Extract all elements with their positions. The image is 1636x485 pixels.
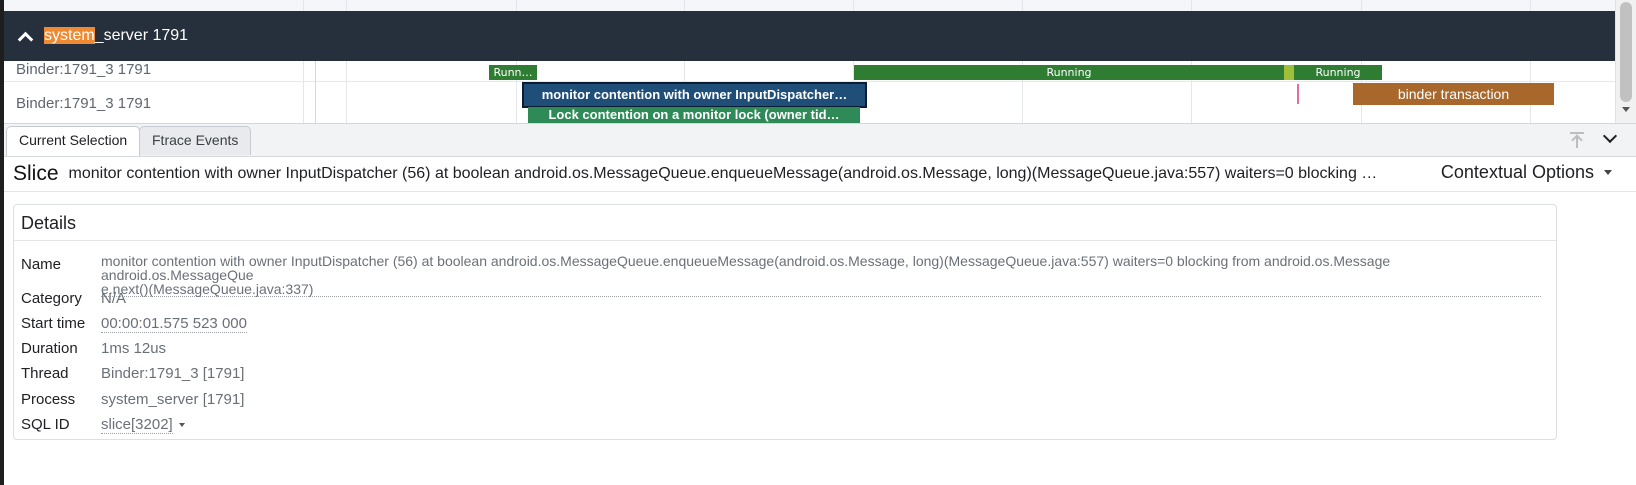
track-label-divider bbox=[315, 61, 316, 123]
detail-row-category: Category N/A bbox=[21, 290, 1546, 310]
detail-value-category: N/A bbox=[101, 290, 127, 307]
timeline-area[interactable]: system_server 1791 Binder:1791_3 1791 Bi… bbox=[4, 0, 1636, 123]
detail-value-process[interactable]: system_server [1791] bbox=[101, 391, 1541, 408]
timeline-scrollbar[interactable] bbox=[1615, 0, 1636, 123]
collapse-panel-icon[interactable] bbox=[1601, 129, 1619, 147]
tiny-slice[interactable] bbox=[1297, 84, 1299, 104]
scroll-down-arrow-icon[interactable] bbox=[1622, 107, 1630, 112]
dropdown-caret-icon[interactable] bbox=[178, 423, 185, 428]
selection-kind: Slice bbox=[13, 162, 59, 185]
sql-id-link[interactable]: slice[3202] bbox=[101, 416, 173, 434]
details-panel: Current Selection Ftrace Events Slice mo… bbox=[4, 123, 1636, 485]
process-title: system_server 1791 bbox=[44, 27, 188, 45]
detail-row-name: Name monitor contention with owner Input… bbox=[21, 248, 1546, 297]
detail-row-duration: Duration 1ms 12us bbox=[21, 340, 1546, 360]
pin-to-top-icon-stem bbox=[1576, 137, 1578, 148]
detail-value-thread[interactable]: Binder:1791_3 [1791] bbox=[101, 365, 1541, 382]
detail-row-start-time: Start time 00:00:01.575 523 000 bbox=[21, 315, 1546, 335]
detail-key: Start time bbox=[21, 315, 86, 332]
selected-slice[interactable]: monitor contention with owner InputDispa… bbox=[522, 82, 867, 108]
contextual-options-button[interactable]: Contextual Options bbox=[1441, 162, 1612, 183]
track-label[interactable]: Binder:1791_3 1791 bbox=[16, 61, 151, 78]
detail-key: Thread bbox=[21, 365, 69, 382]
detail-row-process: Process system_server [1791] bbox=[21, 391, 1546, 411]
detail-row-thread: Thread Binder:1791_3 [1791] bbox=[21, 365, 1546, 385]
binder-transaction-slice[interactable]: binder transaction bbox=[1353, 83, 1554, 105]
perfetto-ui: system_server 1791 Binder:1791_3 1791 Bi… bbox=[0, 0, 1636, 485]
detail-value-duration: 1ms 12us bbox=[101, 340, 167, 357]
detail-key: Process bbox=[21, 391, 76, 408]
track-label[interactable]: Binder:1791_3 1791 bbox=[16, 95, 151, 112]
search-highlight: system bbox=[44, 27, 95, 44]
caret-down-icon bbox=[1604, 170, 1612, 175]
chevron-up-icon[interactable] bbox=[18, 30, 30, 42]
detail-key: Duration bbox=[21, 340, 78, 357]
lock-contention-slice[interactable]: Lock contention on a monitor lock (owner… bbox=[528, 107, 860, 123]
process-header[interactable]: system_server 1791 bbox=[4, 11, 1615, 61]
tab-current-selection[interactable]: Current Selection bbox=[6, 126, 141, 156]
thread-state-runnable[interactable] bbox=[1284, 65, 1294, 80]
start-time-link[interactable]: 00:00:01.575 523 000 bbox=[101, 315, 247, 333]
details-section: Details Name monitor contention with own… bbox=[13, 204, 1557, 440]
panel-tab-bar: Current Selection Ftrace Events bbox=[4, 124, 1636, 157]
window-edge bbox=[0, 0, 4, 485]
contextual-options-label: Contextual Options bbox=[1440, 162, 1594, 182]
thread-state-slice[interactable]: Running bbox=[1294, 65, 1382, 80]
detail-key: SQL ID bbox=[21, 416, 70, 433]
process-title-rest: _server 1791 bbox=[94, 27, 189, 44]
name-line-1: monitor contention with owner InputDispa… bbox=[101, 253, 1391, 283]
thread-state-slice[interactable]: Runn… bbox=[489, 65, 537, 80]
tab-ftrace-events[interactable]: Ftrace Events bbox=[139, 126, 252, 155]
detail-key: Name bbox=[21, 256, 62, 273]
detail-key: Category bbox=[21, 290, 82, 307]
selection-header: Slice monitor contention with owner Inpu… bbox=[4, 157, 1636, 192]
thread-state-slice[interactable]: Running bbox=[854, 65, 1284, 80]
detail-value-start-time[interactable]: 00:00:01.575 523 000 bbox=[101, 315, 247, 333]
selection-title: monitor contention with owner InputDispa… bbox=[68, 165, 1379, 182]
detail-value-sql-id[interactable]: slice[3202] bbox=[101, 416, 185, 434]
scrollbar-thumb[interactable] bbox=[1620, 2, 1632, 102]
details-title: Details bbox=[14, 205, 1556, 241]
detail-row-sql-id: SQL ID slice[3202] bbox=[21, 416, 1546, 436]
